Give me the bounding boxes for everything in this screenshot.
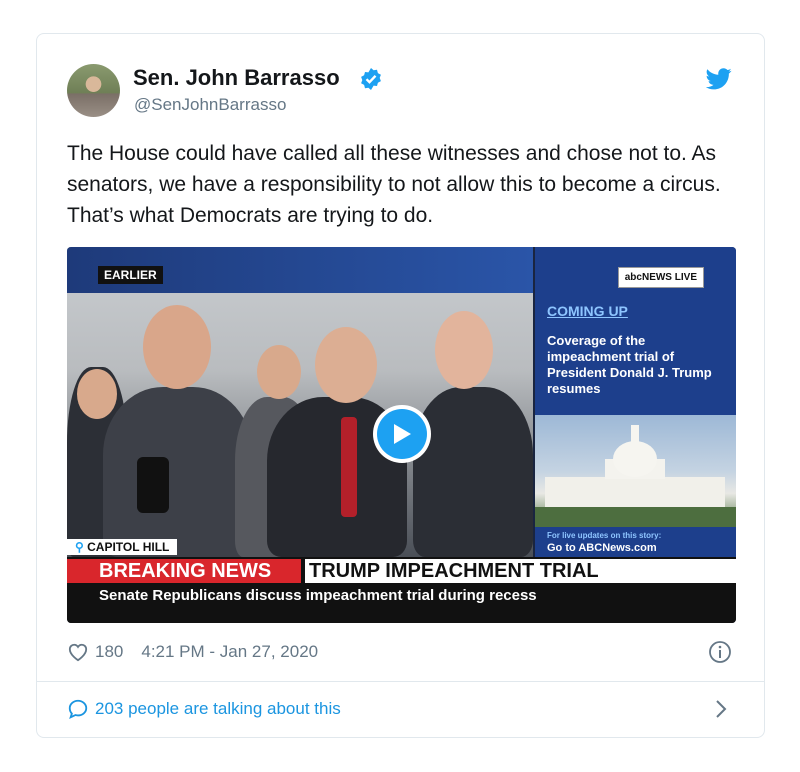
coverage-text: Coverage of the impeachment trial of Pre…: [547, 333, 712, 396]
phone-in-hand: [137, 457, 169, 513]
person-head: [315, 327, 377, 403]
person-head: [435, 311, 493, 389]
person-figure: [103, 387, 253, 557]
person-head: [143, 305, 211, 389]
network-badge: abcNEWS LIVE: [617, 267, 704, 288]
location-tag: ⚲ CAPITOL HILL: [67, 539, 178, 555]
updates-link: Go to ABCNews.com: [547, 542, 657, 554]
capitol-image: [535, 415, 736, 527]
video-player[interactable]: EARLIER abcNEWS LIVE COMING UP Coverage …: [67, 247, 736, 623]
ticker-subtitle: Senate Republicans discuss impeachment t…: [99, 587, 537, 604]
red-tie: [341, 417, 357, 517]
coming-up-label: COMING UP: [547, 303, 628, 319]
twitter-bird-icon[interactable]: [706, 68, 732, 90]
coming-up-panel: abcNEWS LIVE COMING UP Coverage of the i…: [535, 247, 736, 557]
user-handle[interactable]: @SenJohnBarrasso: [134, 95, 286, 115]
tweet-card[interactable]: Sen. John Barrasso @SenJohnBarrasso The …: [36, 33, 765, 738]
tweet-text: The House could have called all these wi…: [67, 142, 721, 227]
location-label: CAPITOL HILL: [87, 540, 170, 554]
play-button[interactable]: [373, 405, 431, 463]
capitol-building-icon: [535, 425, 736, 527]
news-ticker: BREAKING NEWS TRUMP IMPEACHMENT TRIAL Se…: [67, 557, 736, 623]
location-pin-icon: ⚲: [75, 540, 84, 554]
timestamp[interactable]: 4:21 PM - Jan 27, 2020: [141, 642, 318, 662]
like-count[interactable]: 180: [95, 642, 123, 662]
talking-link[interactable]: 203 people are talking about this: [67, 696, 341, 722]
person-head: [77, 369, 117, 419]
video-frame: EARLIER: [67, 247, 533, 557]
talking-label[interactable]: 203 people are talking about this: [95, 699, 341, 719]
earlier-label: EARLIER: [98, 266, 163, 284]
verified-badge-icon: [361, 68, 381, 90]
avatar[interactable]: [67, 64, 120, 117]
display-name[interactable]: Sen. John Barrasso: [133, 65, 340, 91]
play-icon: [377, 409, 427, 459]
speech-bubble-icon: [68, 699, 88, 719]
heart-icon[interactable]: [67, 642, 89, 662]
breaking-news-label: BREAKING NEWS: [67, 559, 301, 583]
updates-note: For live updates on this story:: [547, 531, 662, 540]
person-figure: [413, 387, 533, 557]
tweet-meta: 180 4:21 PM - Jan 27, 2020: [67, 640, 318, 664]
ticker-title: TRUMP IMPEACHMENT TRIAL: [305, 559, 736, 583]
divider: [37, 681, 764, 682]
info-icon[interactable]: [708, 640, 732, 664]
person-head: [257, 345, 301, 399]
chevron-right-icon[interactable]: [714, 698, 728, 720]
